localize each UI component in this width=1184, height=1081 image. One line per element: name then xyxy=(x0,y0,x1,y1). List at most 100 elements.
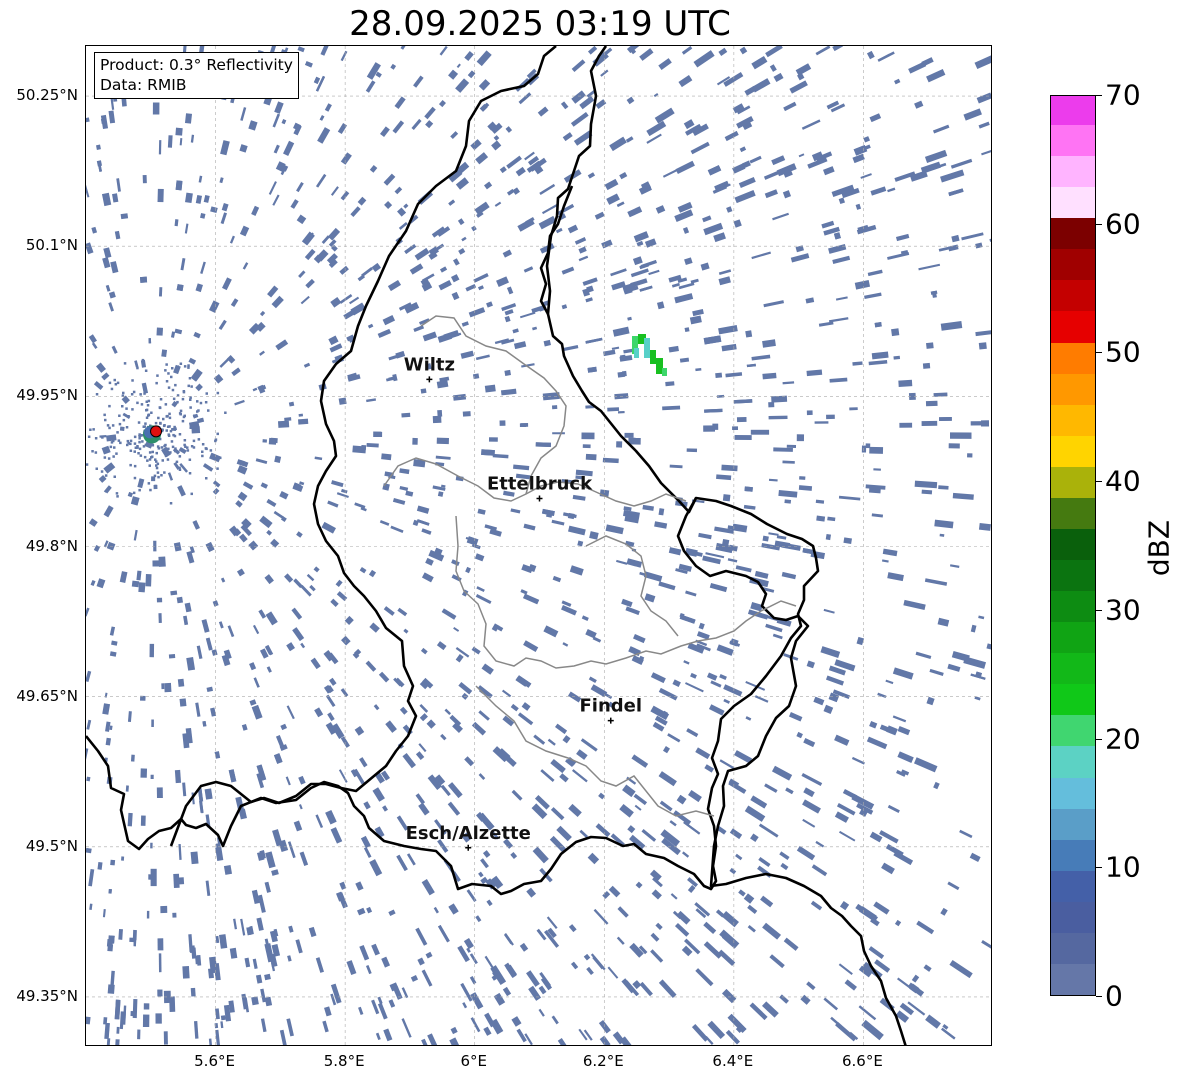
echo-pixel xyxy=(533,734,546,745)
echo-pixel xyxy=(721,343,737,352)
echo-pixel xyxy=(156,471,160,474)
echo-pixel xyxy=(501,303,517,312)
echo-pixel xyxy=(568,525,586,536)
echo-pixel xyxy=(718,47,728,56)
echo-pixel xyxy=(665,381,675,387)
echo-pixel xyxy=(417,957,425,966)
echo-pixel xyxy=(505,126,513,133)
echo-pixel xyxy=(182,966,190,979)
colorbar-segment xyxy=(1051,466,1095,498)
echo-pixel xyxy=(679,614,696,624)
echo-pixel xyxy=(265,851,276,869)
echo-pixel xyxy=(827,516,836,522)
echo-pixel xyxy=(782,381,795,385)
radar-map-canvas[interactable]: Wiltz Ettelbruck Findel Esch/Alzette xyxy=(86,46,992,1046)
echo-pixel xyxy=(772,212,789,221)
echo-pixel xyxy=(114,999,121,1020)
echo-pixel xyxy=(703,921,717,935)
echo-pixel xyxy=(764,783,778,793)
echo-pixel xyxy=(299,851,309,867)
radar-site-marker[interactable] xyxy=(150,425,163,438)
echo-pixel xyxy=(157,475,160,479)
echo-pixel xyxy=(306,573,315,582)
colorbar-segment xyxy=(1051,373,1095,405)
echo-pixel xyxy=(739,146,747,153)
echo-pixel xyxy=(229,235,235,244)
echo-pixel xyxy=(511,1016,522,1027)
echo-pixel xyxy=(616,441,623,448)
echo-pixel xyxy=(193,1021,199,1039)
echo-pixel xyxy=(669,464,683,469)
echo-pixel xyxy=(404,244,417,254)
lon-tick-label: 5.6°E xyxy=(194,1052,235,1070)
echo-pixel xyxy=(561,266,575,275)
colorbar-tick xyxy=(1096,481,1102,483)
echo-pixel xyxy=(215,935,220,944)
echo-pixel xyxy=(557,203,575,216)
echo-pixel xyxy=(605,524,624,535)
city-marker[interactable] xyxy=(465,844,472,851)
echo-pixel xyxy=(769,64,777,72)
echo-pixel xyxy=(212,487,220,495)
colorbar-segment xyxy=(1051,559,1095,592)
echo-pixel xyxy=(164,443,167,447)
echo-pixel xyxy=(682,227,690,234)
echo-pixel xyxy=(646,120,667,137)
echo-pixel xyxy=(499,166,507,174)
echo-pixel xyxy=(165,363,168,366)
echo-pixel xyxy=(327,500,339,508)
echo-pixel xyxy=(893,355,901,360)
colorbar-segment xyxy=(1051,310,1095,343)
echo-pixel xyxy=(425,557,434,566)
echo-pixel xyxy=(399,485,409,491)
echo-pixel xyxy=(273,753,283,764)
echo-pixel xyxy=(552,575,562,583)
echo-pixel xyxy=(88,518,98,527)
echo-pixel xyxy=(177,678,185,687)
echo-pixel xyxy=(330,598,339,607)
echo-pixel xyxy=(860,173,872,179)
echo-pixel xyxy=(108,404,111,408)
echo-pixel xyxy=(170,375,173,379)
echo-pixel xyxy=(421,1038,428,1045)
echo-pixel xyxy=(288,925,294,933)
city-marker[interactable] xyxy=(536,495,543,502)
echo-pixel xyxy=(436,641,447,651)
echo-pixel xyxy=(460,982,473,1002)
echo-pixel xyxy=(762,372,777,380)
echo-pixel xyxy=(162,424,166,428)
echo-pixel xyxy=(268,181,277,195)
city-marker[interactable] xyxy=(607,717,614,724)
radar-map[interactable]: Wiltz Ettelbruck Findel Esch/Alzette xyxy=(85,45,992,1046)
echo-pixel xyxy=(602,457,619,464)
echo-pixel xyxy=(690,278,699,284)
echo-pixel xyxy=(421,879,435,896)
echo-pixel xyxy=(219,934,228,949)
city-marker[interactable] xyxy=(426,376,433,383)
echo-pixel xyxy=(780,862,789,871)
echo-pixel xyxy=(474,553,485,562)
echo-pixel xyxy=(464,51,474,61)
echo-pixel xyxy=(619,803,634,818)
echo-pixel xyxy=(727,558,738,563)
echo-pixel xyxy=(164,682,172,693)
echo-pixel xyxy=(138,440,141,444)
echo-pixel xyxy=(835,296,848,301)
colorbar-segment xyxy=(1051,497,1095,529)
echo-pixel xyxy=(304,248,316,261)
echo-pixel xyxy=(667,733,681,743)
echo-pixel xyxy=(140,403,144,406)
echo-pixel xyxy=(723,684,743,697)
echo-pixel xyxy=(201,450,204,453)
echo-pixel xyxy=(131,408,134,411)
echo-pixel xyxy=(298,418,309,425)
echo-pixel xyxy=(870,186,887,196)
echo-pixel xyxy=(784,499,792,504)
echo-pixel xyxy=(381,453,392,461)
echo-pixel xyxy=(633,231,649,243)
echo-pixel xyxy=(658,508,665,516)
echo-pixel xyxy=(650,949,664,963)
echo-pixel xyxy=(422,331,437,342)
echo-pixel xyxy=(240,107,247,121)
echo-pixel xyxy=(476,50,492,67)
